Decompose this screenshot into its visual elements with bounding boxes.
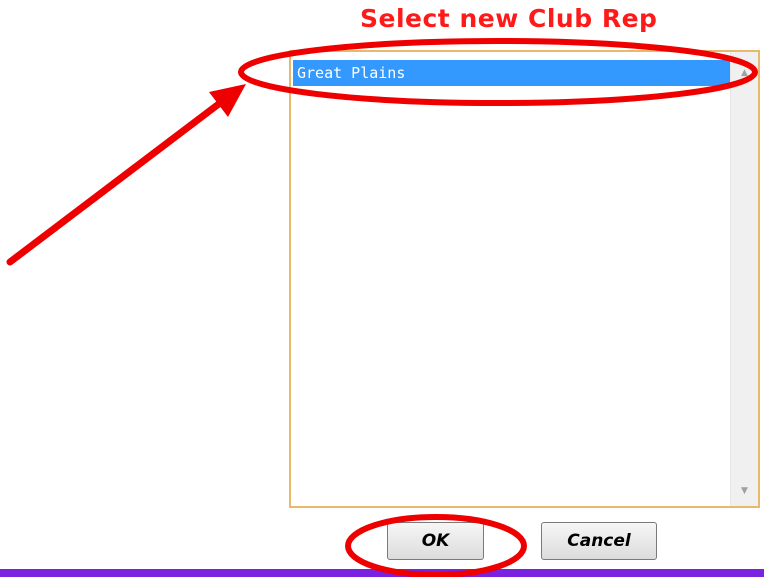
club-rep-listbox[interactable]: Great Plains ▲ ▼ [289,50,760,508]
ok-button[interactable]: OK [387,522,484,560]
dialog-title: Select new Club Rep [360,4,658,33]
scroll-down-arrow-icon[interactable]: ▼ [731,480,758,502]
annotation-arrow-line [6,96,228,266]
vertical-scrollbar[interactable]: ▲ ▼ [730,52,758,506]
list-item-selected[interactable]: Great Plains [293,60,730,86]
scroll-up-arrow-icon[interactable]: ▲ [731,62,758,84]
annotation-arrow-head-icon [209,84,246,117]
cancel-button[interactable]: Cancel [541,522,657,560]
bottom-bar [0,569,764,577]
